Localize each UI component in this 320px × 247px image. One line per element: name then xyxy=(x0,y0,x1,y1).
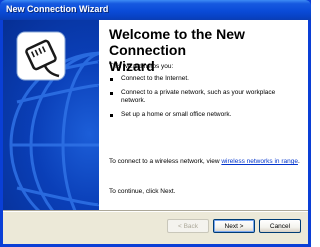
phone-jack-icon xyxy=(16,31,66,81)
wizard-content: Welcome to the New Connection Wizard Thi… xyxy=(99,20,308,210)
wireless-note: To connect to a wireless network, view w… xyxy=(109,158,303,166)
wireless-networks-link[interactable]: wireless networks in range xyxy=(221,158,298,165)
continue-text: To continue, click Next. xyxy=(109,188,176,195)
wizard-banner xyxy=(3,20,99,210)
wizard-window: New Connection Wizard Welcome to the New… xyxy=(0,0,311,247)
wizard-client-area: Welcome to the New Connection Wizard Thi… xyxy=(3,20,308,244)
intro-text: This wizard helps you: xyxy=(109,63,174,70)
cancel-button[interactable]: Cancel xyxy=(259,219,301,233)
wireless-suffix: . xyxy=(297,158,300,165)
back-button[interactable]: < Back xyxy=(167,219,209,233)
list-item: Connect to the Internet. xyxy=(109,75,301,83)
window-title: New Connection Wizard xyxy=(6,4,109,14)
list-item: Set up a home or small office network. xyxy=(109,111,301,119)
list-item: Connect to a private network, such as yo… xyxy=(109,89,301,105)
feature-list: Connect to the Internet. Connect to a pr… xyxy=(109,75,301,125)
next-button[interactable]: Next > xyxy=(213,219,255,233)
wireless-prefix: To connect to a wireless network, view xyxy=(109,158,222,165)
button-bar: < Back Next > Cancel xyxy=(3,212,308,244)
title-bar[interactable]: New Connection Wizard xyxy=(0,0,311,20)
